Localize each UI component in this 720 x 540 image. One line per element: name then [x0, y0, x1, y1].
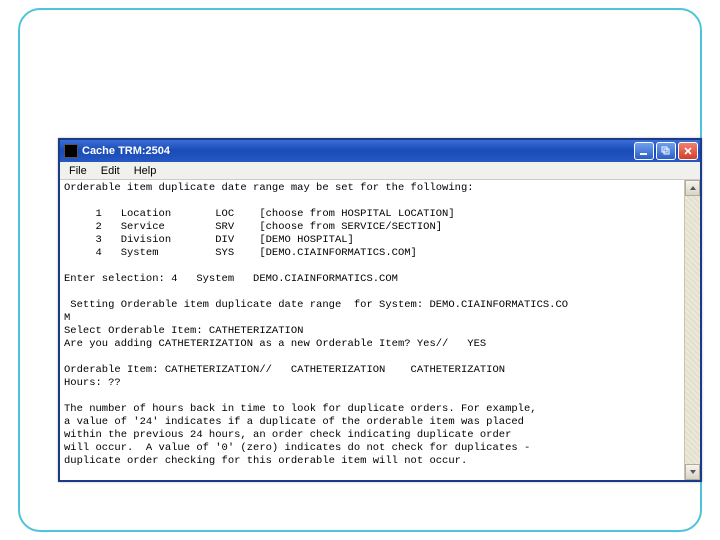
close-button[interactable]	[678, 142, 698, 160]
title-left: Cache TRM:2504	[64, 144, 170, 158]
term-line: 4 System SYS [DEMO.CIAINFORMATICS.COM]	[64, 247, 417, 259]
term-line: 1 Location LOC [choose from HOSPITAL LOC…	[64, 208, 455, 220]
window-buttons	[634, 142, 698, 160]
term-line: 2 Service SRV [choose from SERVICE/SECTI…	[64, 221, 442, 233]
menu-file[interactable]: File	[62, 164, 94, 178]
menubar: File Edit Help	[60, 162, 700, 180]
vertical-scrollbar[interactable]	[684, 180, 700, 480]
minimize-icon	[639, 146, 649, 156]
term-line: duplicate order checking for this ordera…	[64, 455, 467, 467]
term-line: a value of '24' indicates if a duplicate…	[64, 416, 524, 428]
client-area: Orderable item duplicate date range may …	[60, 180, 700, 480]
scroll-up-button[interactable]	[685, 180, 700, 196]
term-line: within the previous 24 hours, an order c…	[64, 429, 511, 441]
terminal-output[interactable]: Orderable item duplicate date range may …	[60, 180, 684, 480]
term-line: M	[64, 312, 70, 324]
slide-frame: Cache TRM:2504 File Edit Help Orderable …	[18, 8, 702, 532]
minimize-button[interactable]	[634, 142, 654, 160]
chevron-down-icon	[689, 468, 697, 476]
term-line: 3 Division DIV [DEMO HOSPITAL]	[64, 234, 354, 246]
scroll-track[interactable]	[685, 196, 700, 464]
term-line: Select Orderable Item: CATHETERIZATION	[64, 325, 303, 337]
menu-help[interactable]: Help	[127, 164, 164, 178]
term-line: Hours: ??	[64, 377, 121, 389]
term-line: will occur. A value of '0' (zero) indica…	[64, 442, 530, 454]
maximize-button[interactable]	[656, 142, 676, 160]
term-line: Are you adding CATHETERIZATION as a new …	[64, 338, 486, 350]
titlebar: Cache TRM:2504	[60, 140, 700, 162]
term-line: Setting Orderable item duplicate date ra…	[64, 299, 568, 311]
app-icon	[64, 144, 78, 158]
term-line: Orderable item duplicate date range may …	[64, 182, 474, 194]
term-line: Orderable Item: CATHETERIZATION// CATHET…	[64, 364, 505, 376]
menu-edit[interactable]: Edit	[94, 164, 127, 178]
term-line: The number of hours back in time to look…	[64, 403, 537, 415]
term-line: Enter selection: 4 System DEMO.CIAINFORM…	[64, 273, 398, 285]
scroll-down-button[interactable]	[685, 464, 700, 480]
window-title: Cache TRM:2504	[82, 145, 170, 157]
chevron-up-icon	[689, 184, 697, 192]
maximize-icon	[661, 146, 671, 156]
close-icon	[683, 146, 693, 156]
terminal-window: Cache TRM:2504 File Edit Help Orderable …	[58, 138, 702, 482]
